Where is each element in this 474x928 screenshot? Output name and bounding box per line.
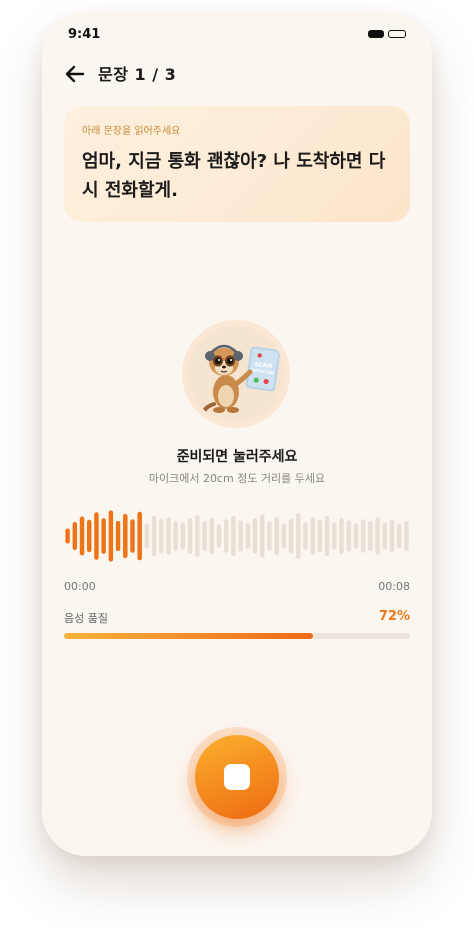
prompt-line-2: 시 전화할게. [82, 180, 178, 201]
waveform-bar [274, 517, 279, 555]
playback-start-time: 00:00 [64, 580, 96, 593]
waveform-bar [310, 517, 315, 555]
quality-value: 72% [378, 609, 410, 624]
waveform-bar [281, 523, 287, 549]
waveform-bar [375, 517, 380, 555]
ready-subtitle: 마이크에서 20cm 정도 거리를 두세요 [148, 472, 326, 485]
waveform-bar [216, 524, 222, 548]
waveform-bar [166, 517, 171, 555]
stop-record-button[interactable] [195, 735, 279, 819]
waveform-bar [94, 512, 99, 560]
prompt-sentence: 엄마, 지금 통화 괜찮아? 나 도착하면 다 시 전화할게. [82, 147, 392, 205]
meerkat-mascot-icon: SCAM DETECTED [201, 344, 281, 418]
waveform-bar [173, 521, 178, 551]
ready-title: 준비되면 눌러주세요 [176, 449, 298, 465]
status-time: 9:41 [68, 27, 101, 42]
back-button[interactable] [64, 64, 86, 84]
prompt-card: 아래 문장을 읽어주세요 엄마, 지금 통화 괜찮아? 나 도착하면 다 시 전… [64, 106, 410, 222]
waveform-bar [101, 518, 106, 554]
waveform-bar [79, 516, 85, 556]
waveform-bar [339, 518, 344, 554]
waveform-bar [303, 521, 308, 551]
waveform-bar [187, 518, 193, 554]
waveform-bar [209, 517, 215, 555]
waveform-bar [382, 522, 388, 550]
waveform-bar [144, 523, 150, 549]
waveform-bar [296, 513, 301, 559]
waveform-bar [137, 511, 142, 561]
waveform-bar [238, 520, 243, 552]
waveform-bar [72, 521, 78, 551]
prompt-hint: 아래 문장을 읽어주세요 [82, 126, 181, 137]
waveform-bar [151, 515, 157, 557]
waveform-bar [115, 520, 121, 552]
waveform-bar [389, 519, 395, 553]
waveform-bar [396, 523, 402, 549]
waveform-bar [332, 522, 337, 550]
page-title: 문장 1 / 3 [98, 65, 177, 84]
waveform-bar [368, 520, 373, 552]
waveform-bar [360, 519, 366, 553]
waveform-bar [259, 514, 265, 558]
arrow-left-icon [65, 65, 85, 83]
waveform-bar [231, 516, 236, 556]
status-icons [368, 30, 406, 38]
waveform-bar [130, 519, 135, 553]
playback-end-time: 00:08 [378, 580, 410, 593]
waveform-bar [159, 518, 164, 554]
waveform [65, 510, 409, 562]
waveform-bar [317, 519, 323, 553]
waveform-bar [195, 514, 200, 558]
signal-icon [368, 30, 384, 38]
waveform-bar [267, 521, 272, 551]
waveform-bar [123, 513, 128, 559]
waveform-bar [252, 518, 258, 554]
mascot-avatar: SCAM DETECTED [182, 320, 290, 428]
quality-label: 음성 품질 [64, 612, 108, 625]
record-button-halo [187, 727, 287, 827]
waveform-bar [404, 520, 409, 552]
waveform-bar [180, 522, 186, 550]
waveform-bar [202, 520, 207, 552]
phone-screen: 9:41 문장 1 / 3 아래 문장을 읽어주세요 엄마, 지금 통화 괜찮아… [42, 12, 432, 856]
waveform-bar [288, 518, 294, 554]
waveform-bar [353, 523, 359, 549]
waveform-bar [108, 510, 114, 562]
quality-progress-bar [64, 633, 410, 639]
waveform-bar [86, 519, 92, 553]
battery-icon [388, 30, 406, 38]
waveform-bar [245, 523, 251, 549]
prompt-line-1: 엄마, 지금 통화 괜찮아? 나 도착하면 다 [82, 151, 386, 172]
waveform-bar [324, 516, 330, 556]
waveform-bar [346, 520, 351, 552]
waveform-bar [223, 519, 229, 553]
waveform-bar [65, 528, 70, 544]
quality-progress-fill [64, 633, 314, 639]
stop-icon [224, 764, 250, 790]
